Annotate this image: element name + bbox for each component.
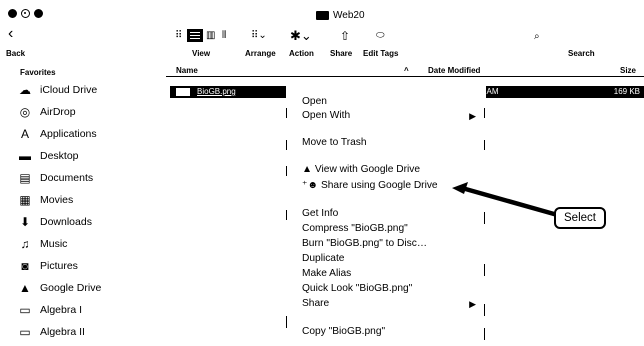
close-window-button[interactable] [8,9,17,18]
applications-icon: A [20,127,29,141]
column-headers: Name ^ Date Modified Size [166,62,644,76]
sidebar-item-applications[interactable]: A Applications [16,125,97,143]
airdrop-icon: ◎ [19,105,31,119]
column-view-button[interactable]: ▥ [206,30,215,42]
google-drive-icon: ▲ [19,281,31,295]
sidebar-item-icloud-drive[interactable]: ☁ iCloud Drive [16,81,97,99]
column-header-name[interactable]: Name [176,66,198,75]
folder-icon [316,10,329,20]
annotation-callout: Select [554,207,606,229]
gallery-view-button[interactable]: ⫴ [222,30,226,42]
menu-item-make-alias[interactable]: Make Alias [302,268,351,279]
icon-view-button[interactable]: ⠿ [175,30,182,42]
sidebar-item-music[interactable]: ♫ Music [16,235,68,253]
tag-icon[interactable]: ⬭ [376,30,385,42]
folder-icon: ▭ [19,325,31,339]
menu-item-share-google-drive[interactable]: ⁺☻ Share using Google Drive [302,180,438,191]
submenu-arrow-icon: ▶ [469,111,476,121]
menu-item-duplicate[interactable]: Duplicate [302,253,344,264]
sidebar-item-pictures[interactable]: ◙ Pictures [16,257,78,275]
arrange-button[interactable]: ⠿⌄ [251,30,267,42]
documents-icon: ▤ [19,171,31,185]
toolbar: Web20 ‹ Back ⠿ ▥ ⫴ View ⠿⌄ Arrange ✱⌄ Ac… [0,0,644,62]
menu-item-share[interactable]: Share [302,298,329,309]
google-drive-icon: ▲ [302,164,315,175]
zoom-window-button[interactable] [34,9,43,18]
header-divider [166,76,644,77]
column-header-size[interactable]: Size [620,66,636,75]
column-header-date-modified[interactable]: Date Modified [428,66,480,75]
search-icon: ⌕ [534,31,540,42]
desktop-icon: ▬ [19,149,31,163]
menu-item-copy[interactable]: Copy "BioGB.png" [302,326,385,337]
menu-item-get-info[interactable]: Get Info [302,208,338,219]
sidebar-item-google-drive[interactable]: ▲ Google Drive [16,279,101,297]
submenu-arrow-icon: ▶ [469,299,476,309]
menu-item-open-with[interactable]: Open With [302,110,350,121]
cloud-icon: ☁ [19,83,31,97]
add-person-icon: ⁺☻ [302,180,321,191]
sidebar-item-movies[interactable]: ▦ Movies [16,191,73,209]
annotation-arrow [452,182,557,217]
sort-ascending-icon: ^ [404,66,409,75]
sidebar-item-documents[interactable]: ▤ Documents [16,169,93,187]
sidebar-item-downloads[interactable]: ⬇ Downloads [16,213,92,231]
chevron-left-icon: ‹ [8,25,14,42]
back-button[interactable]: ‹ Back [4,26,34,59]
sidebar-section-title: Favorites [20,68,56,77]
music-icon: ♫ [20,237,30,251]
movies-icon: ▦ [19,193,31,207]
search-field[interactable]: ⌕ Search [500,30,630,60]
sidebar-item-airdrop[interactable]: ◎ AirDrop [16,103,76,121]
menu-item-move-to-trash[interactable]: Move to Trash [302,137,367,148]
list-view-button[interactable] [187,29,203,42]
share-icon[interactable]: ⇧ [340,30,350,42]
downloads-icon: ⬇ [19,215,31,229]
minimize-window-button[interactable] [21,9,30,18]
menu-item-open[interactable]: Open [302,96,327,107]
pictures-icon: ◙ [21,259,29,273]
sidebar-item-algebra-ii[interactable]: ▭ Algebra II [16,323,85,341]
sidebar-item-algebra-i[interactable]: ▭ Algebra I [16,301,82,319]
window-title: Web20 [316,8,365,22]
image-file-icon [176,88,190,96]
folder-icon: ▭ [19,303,31,317]
menu-item-view-google-drive[interactable]: ▲ View with Google Drive [302,164,420,175]
sidebar: Favorites ☁ iCloud Drive ◎ AirDrop A App… [0,62,162,346]
action-button[interactable]: ✱⌄ [290,29,312,42]
menu-item-burn[interactable]: Burn "BioGB.png" to Disc… [302,238,427,249]
menu-item-quick-look[interactable]: Quick Look "BioGB.png" [302,283,412,294]
menu-item-compress[interactable]: Compress "BioGB.png" [302,223,408,234]
sidebar-item-desktop[interactable]: ▬ Desktop [16,147,79,165]
